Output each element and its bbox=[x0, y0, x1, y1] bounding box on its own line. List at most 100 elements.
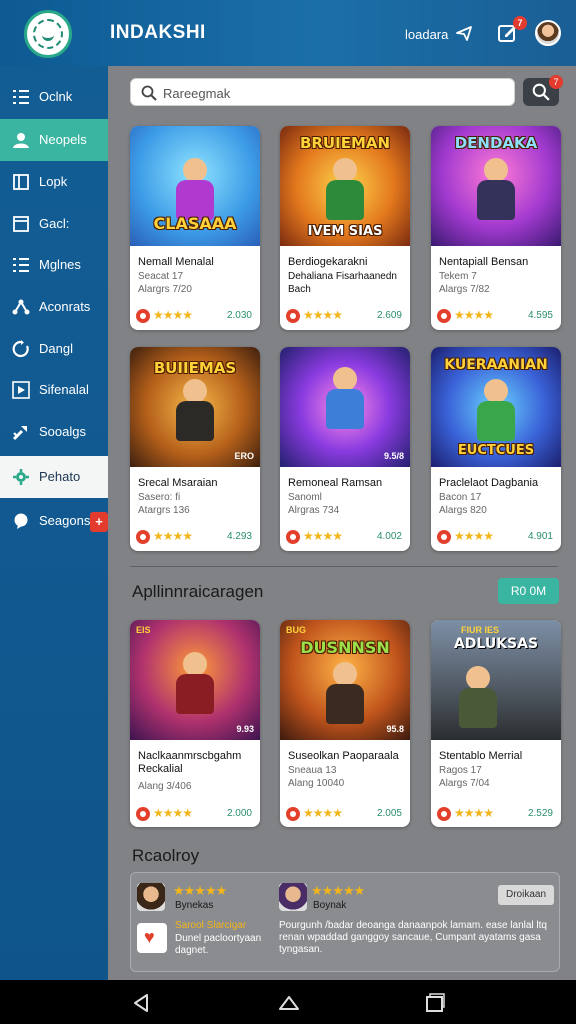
share-icon bbox=[12, 299, 30, 315]
game-name: Nentapiall Bensan bbox=[439, 256, 529, 268]
game-meta: Alang 3/406 bbox=[138, 781, 192, 792]
game-art: BUG DUSNNSN 95.8 bbox=[280, 620, 410, 740]
game-rating: ★★★★ 4.595 bbox=[437, 308, 555, 324]
refresh-icon bbox=[12, 340, 29, 358]
game-art-title: KUERAANIAN bbox=[444, 357, 548, 373]
game-meta: Sneaua 13 bbox=[288, 765, 337, 776]
game-art-tag: 95.8 bbox=[386, 724, 404, 734]
search-icon bbox=[141, 85, 157, 101]
game-card[interactable]: DENDAKA Nentapiall Bensan Tekem 7 Alargs… bbox=[431, 126, 561, 330]
sidebar-item-sifenalal[interactable]: Sifenalal bbox=[0, 369, 108, 411]
game-meta: Ragos 17 bbox=[439, 765, 482, 776]
sidebar-item-dangl[interactable]: Dangl bbox=[0, 328, 108, 370]
game-score: 4.293 bbox=[226, 531, 252, 542]
top-link[interactable]: loadara bbox=[405, 27, 448, 42]
recommended-panel: ★★★★★ Bynekas Sarool Slarcigar Dunel pac… bbox=[130, 872, 560, 972]
sidebar-item-pehato[interactable]: Pehato bbox=[0, 456, 108, 498]
star-rating: ★★★★ bbox=[303, 529, 343, 543]
game-score: 2.529 bbox=[527, 808, 553, 819]
game-score: 4.002 bbox=[376, 531, 402, 542]
home-icon[interactable] bbox=[278, 992, 300, 1014]
reviewer-avatar[interactable] bbox=[279, 883, 307, 911]
search-icon bbox=[532, 83, 550, 101]
game-name: Remoneal Ramsan bbox=[288, 477, 383, 489]
game-character bbox=[471, 379, 521, 449]
game-art: CLASAAA bbox=[130, 126, 260, 246]
sidebar-item-oclnk[interactable]: Oclnk bbox=[0, 76, 108, 118]
game-meta: Alargs 820 bbox=[439, 505, 487, 516]
game-meta: Alang 10040 bbox=[288, 778, 345, 789]
record-icon bbox=[437, 807, 451, 821]
game-art: FIUR IES ADLUKSAS bbox=[431, 620, 561, 740]
game-art-title: ADLUKSAS bbox=[453, 636, 539, 652]
heart-icon[interactable] bbox=[137, 923, 167, 953]
game-character bbox=[320, 662, 370, 732]
game-meta: Alargs 7/04 bbox=[439, 778, 490, 789]
game-art: BRUIEMAN IVEM SIAS bbox=[280, 126, 410, 246]
game-rating: ★★★★ 2.000 bbox=[136, 806, 254, 822]
sidebar-item-seagons[interactable]: Seagons + bbox=[0, 500, 108, 542]
game-meta: Alargs 7/82 bbox=[439, 284, 490, 295]
game-rating: ★★★★ 2.609 bbox=[286, 308, 404, 324]
game-card[interactable]: KUERAANIAN EUCTCUES Praclelaot Dagbania … bbox=[431, 347, 561, 551]
game-character bbox=[471, 158, 521, 228]
game-card[interactable]: 9.5/8 Remoneal Ramsan Sanoml Alrgras 734… bbox=[280, 347, 410, 551]
reviewer-avatar[interactable] bbox=[137, 883, 165, 911]
record-icon bbox=[286, 309, 300, 323]
game-art: EIS 9.93 bbox=[130, 620, 260, 740]
game-art-title: DUSNNSN bbox=[300, 638, 390, 657]
sidebar-item-neopels[interactable]: Neopels bbox=[0, 119, 108, 161]
game-card[interactable]: BUIIEMAS ERO Srecal Msaraian Sasero: fi … bbox=[130, 347, 260, 551]
top-bar: INDAKSHI loadara 7 bbox=[0, 0, 576, 66]
sidebar-item-aconrats[interactable]: Aconrats bbox=[0, 286, 108, 328]
record-icon bbox=[437, 530, 451, 544]
game-card[interactable]: BUG DUSNNSN 95.8 Suseolkan Paoparaala Sn… bbox=[280, 620, 410, 827]
section-button[interactable]: R0 0M bbox=[498, 578, 559, 604]
game-rating: ★★★★ 2.030 bbox=[136, 308, 254, 324]
sidebar-item-label: Seagons bbox=[39, 513, 91, 528]
grid-icon bbox=[13, 90, 29, 104]
recents-icon[interactable] bbox=[424, 992, 446, 1014]
sidebar-item-mglnes[interactable]: Mglnes bbox=[0, 244, 108, 286]
send-icon[interactable] bbox=[455, 24, 473, 42]
game-card[interactable]: BRUIEMAN IVEM SIAS Berdiogekarakni Dehal… bbox=[280, 126, 410, 330]
game-character bbox=[170, 652, 220, 722]
game-art-title: CLASAAA bbox=[153, 214, 237, 233]
game-name: Naclkaanmrscbgahm Reckalial bbox=[138, 750, 242, 775]
game-meta: Seacat 17 bbox=[138, 271, 184, 282]
app-logo[interactable] bbox=[24, 10, 72, 58]
sidebar-item-label: Gacl: bbox=[39, 216, 70, 231]
app-title: INDAKSHI bbox=[110, 22, 206, 43]
user-avatar[interactable] bbox=[535, 20, 561, 46]
game-meta: Dehaliana Fisarhaanedn bbox=[288, 271, 397, 282]
game-art: BUIIEMAS ERO bbox=[130, 347, 260, 467]
sidebar-item-gacl[interactable]: Gacl: bbox=[0, 203, 108, 245]
recommended-title: Rcaolroy bbox=[132, 846, 200, 865]
game-meta: Bach bbox=[288, 284, 311, 295]
sidebar-item-lopk[interactable]: Lopk bbox=[0, 161, 108, 203]
notification-badge: 7 bbox=[513, 16, 527, 30]
game-art-tag: BUG bbox=[286, 625, 306, 635]
game-card[interactable]: CLASAAA Nemall Menalal Seacat 17 Alargrs… bbox=[130, 126, 260, 330]
book-icon bbox=[13, 174, 29, 190]
grid-icon bbox=[13, 258, 29, 272]
game-art: KUERAANIAN EUCTCUES bbox=[431, 347, 561, 467]
add-badge[interactable]: + bbox=[90, 512, 108, 532]
chat-icon bbox=[14, 513, 28, 529]
game-name: Srecal Msaraian bbox=[138, 477, 218, 489]
sidebar-item-label: Aconrats bbox=[39, 299, 91, 314]
sidebar-item-sooalgs[interactable]: Sooalgs bbox=[0, 411, 108, 453]
recommended-button[interactable]: Droikaan bbox=[498, 885, 554, 905]
search-input[interactable]: Rareegmak bbox=[130, 78, 515, 106]
game-card[interactable]: FIUR IES ADLUKSAS Stentablo Merrial Rago… bbox=[431, 620, 561, 827]
game-card[interactable]: EIS 9.93 Naclkaanmrscbgahm Reckalial Ala… bbox=[130, 620, 260, 827]
game-name: Berdiogekarakni bbox=[288, 256, 368, 268]
section-divider bbox=[130, 566, 558, 567]
game-rating: ★★★★ 4.002 bbox=[286, 529, 404, 545]
reviewer-name: Boynak bbox=[313, 900, 347, 911]
search-badge: 7 bbox=[549, 75, 563, 89]
star-rating: ★★★★★ bbox=[311, 883, 365, 898]
game-character bbox=[320, 158, 370, 228]
back-icon[interactable] bbox=[130, 992, 152, 1014]
star-rating: ★★★★ bbox=[303, 806, 343, 820]
